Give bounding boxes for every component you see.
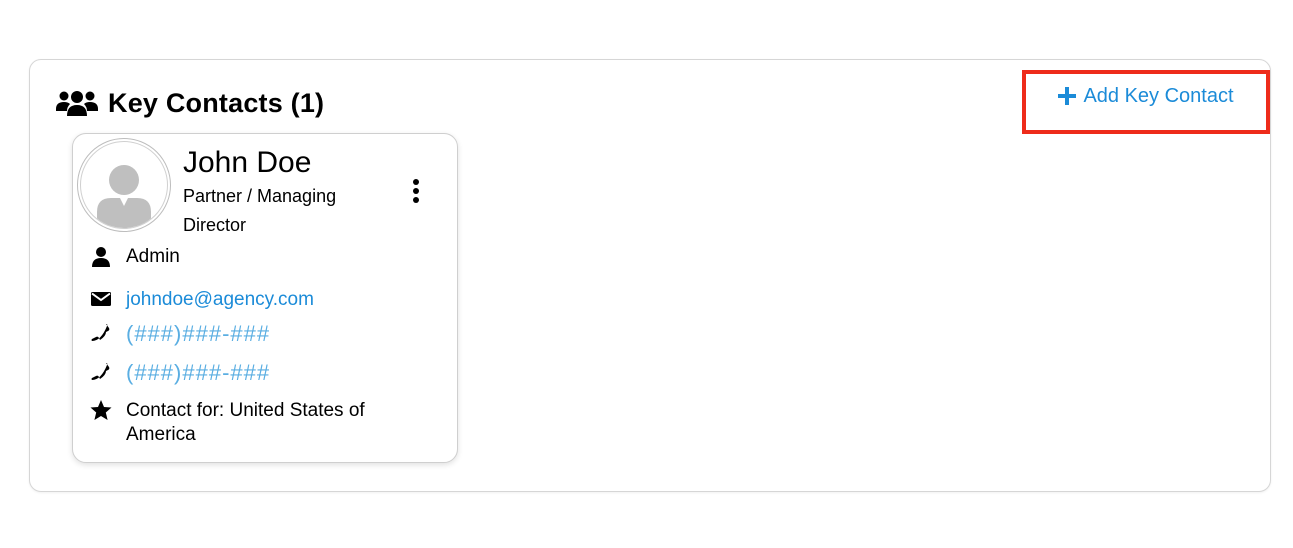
kebab-menu-icon[interactable] <box>409 178 423 204</box>
phone-icon <box>91 324 110 341</box>
contact-card: John Doe Partner / Managing Director Adm… <box>72 133 458 463</box>
panel-header: Key Contacts (1) <box>56 87 324 119</box>
add-key-contact-label: Add Key Contact <box>1083 84 1234 107</box>
star-icon <box>90 400 112 420</box>
phone-row-2: (###)###-### <box>89 360 270 386</box>
contact-role: Admin <box>126 246 180 267</box>
add-key-contact-button[interactable]: Add Key Contact <box>1058 84 1234 120</box>
email-row: johndoe@agency.com <box>89 289 314 311</box>
phone-icon <box>91 363 110 380</box>
contact-phone-2[interactable]: (###)###-### <box>126 360 270 386</box>
phone-row-1: (###)###-### <box>89 321 270 347</box>
avatar-placeholder-icon <box>80 141 168 229</box>
plus-icon <box>1058 87 1077 105</box>
contact-for-text: Contact for: United States of America <box>126 400 365 445</box>
envelope-icon <box>91 292 111 306</box>
contact-name: John Doe <box>183 146 312 179</box>
user-icon <box>92 247 110 267</box>
users-icon <box>56 91 98 116</box>
key-contacts-panel: Key Contacts (1) Add Key Contact John Do… <box>29 59 1271 492</box>
contact-for-row: Contact for: United States of America <box>89 399 416 447</box>
add-key-contact-highlight: Add Key Contact <box>1022 70 1270 134</box>
role-row: Admin <box>89 246 180 268</box>
avatar <box>77 138 171 232</box>
contact-phone-1[interactable]: (###)###-### <box>126 321 270 347</box>
panel-title: Key Contacts (1) <box>108 87 325 118</box>
contact-title: Partner / Managing Director <box>183 186 337 235</box>
contact-email-link[interactable]: johndoe@agency.com <box>126 289 314 311</box>
